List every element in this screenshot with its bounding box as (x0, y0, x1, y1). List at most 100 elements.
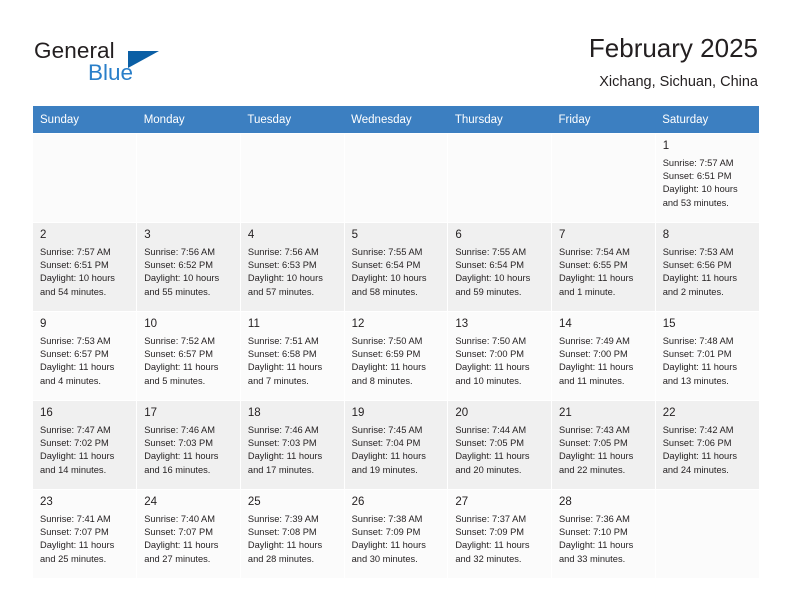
calendar-day-cell[interactable]: 11 Sunrise: 7:51 AM Sunset: 6:58 PM Dayligh… (240, 311, 345, 401)
day-details: Sunrise: 7:36 AM Sunset: 7:10 PM Daylight:… (552, 509, 655, 566)
daylight-text-line2: and 33 minutes. (559, 553, 626, 564)
day-details: Sunrise: 7:56 AM Sunset: 6:52 PM Daylight:… (137, 242, 240, 299)
day-number: 8 (662, 229, 670, 241)
daylight-text-line2: and 57 minutes. (247, 286, 315, 297)
day-number: 6 (455, 229, 462, 241)
day-details: Sunrise: 7:41 AM Sunset: 7:07 PM Daylight:… (33, 509, 136, 566)
calendar-day-cell[interactable]: 22 Sunrise: 7:42 AM Sunset: 7:06 PM Dayligh… (655, 400, 759, 490)
sunrise-text: Sunrise: 7:50 AM (455, 336, 527, 346)
calendar-day-cell[interactable]: 10 Sunrise: 7:52 AM Sunset: 6:57 PM Dayligh… (136, 311, 241, 401)
sunset-text: Sunset: 6:59 PM (351, 349, 421, 360)
daylight-text-line2: and 59 minutes. (455, 286, 522, 297)
daylight-text-line2: and 16 minutes. (144, 464, 211, 475)
daylight-text-line2: and 25 minutes. (40, 553, 107, 564)
sunset-text: Sunset: 7:01 PM (662, 349, 732, 360)
sunset-text: Sunset: 7:09 PM (455, 527, 525, 538)
calendar-day-cell[interactable]: 2 Sunrise: 7:57 AM Sunset: 6:51 PM Daylight… (33, 222, 138, 312)
day-number: 17 (144, 407, 157, 419)
day-details: Sunrise: 7:53 AM Sunset: 6:57 PM Daylight:… (33, 331, 136, 388)
daylight-text-line1: Daylight: 11 hours (247, 451, 323, 462)
calendar-day-cell[interactable]: 28 Sunrise: 7:36 AM Sunset: 7:10 PM Dayligh… (551, 489, 656, 578)
day-number: 24 (144, 496, 157, 508)
day-number: 27 (455, 496, 469, 508)
calendar-week-row: 1 Sunrise: 7:57 AM Sunset: 6:51 PM Daylight… (33, 133, 759, 223)
calendar-day-cell[interactable]: 24 Sunrise: 7:40 AM Sunset: 7:07 PM Dayligh… (136, 489, 241, 578)
day-details: Sunrise: 7:52 AM Sunset: 6:57 PM Daylight:… (137, 331, 240, 388)
daylight-text-line2: and 7 minutes. (247, 375, 309, 386)
daylight-text-line1: Daylight: 11 hours (247, 362, 323, 373)
calendar-day-cell[interactable]: 5 Sunrise: 7:55 AM Sunset: 6:54 PM Daylight… (344, 222, 449, 312)
daylight-text-line2: and 20 minutes. (455, 464, 522, 475)
daylight-text-line2: and 2 minutes. (662, 286, 724, 297)
calendar-day-cell[interactable]: 6 Sunrise: 7:55 AM Sunset: 6:54 PM Daylight… (447, 222, 553, 312)
calendar-day-cell[interactable]: 1 Sunrise: 7:57 AM Sunset: 6:51 PM Daylight… (655, 133, 759, 223)
sunset-text: Sunset: 6:55 PM (559, 260, 628, 271)
calendar-cell-empty (551, 133, 656, 223)
day-number: 7 (559, 229, 566, 241)
calendar-day-cell[interactable]: 12 Sunrise: 7:50 AM Sunset: 6:59 PM Dayligh… (344, 311, 449, 401)
day-details: Sunrise: 7:49 AM Sunset: 7:00 PM Daylight:… (552, 331, 655, 388)
sunrise-text: Sunrise: 7:40 AM (144, 514, 216, 524)
sunset-text: Sunset: 7:08 PM (247, 527, 317, 538)
daylight-text-line2: and 30 minutes. (351, 553, 418, 564)
daylight-text-line1: Daylight: 11 hours (559, 451, 634, 462)
calendar-day-cell[interactable]: 26 Sunrise: 7:38 AM Sunset: 7:09 PM Dayligh… (344, 489, 449, 578)
sunset-text: Sunset: 6:51 PM (40, 260, 109, 271)
day-details: Sunrise: 7:46 AM Sunset: 7:03 PM Daylight:… (241, 420, 344, 477)
calendar-day-cell[interactable]: 14 Sunrise: 7:49 AM Sunset: 7:00 PM Dayligh… (551, 311, 656, 401)
daylight-text-line2: and 1 minute. (559, 286, 616, 297)
calendar-day-cell[interactable]: 23 Sunrise: 7:41 AM Sunset: 7:07 PM Dayligh… (33, 489, 138, 578)
daylight-text-line1: Daylight: 11 hours (247, 540, 323, 551)
day-number: 10 (144, 318, 157, 330)
day-details: Sunrise: 7:55 AM Sunset: 6:54 PM Daylight:… (448, 242, 551, 299)
page-title: February 2025 (588, 33, 758, 63)
daylight-text-line1: Daylight: 11 hours (351, 362, 426, 373)
sunset-text: Sunset: 6:54 PM (455, 260, 525, 271)
calendar-day-cell[interactable]: 4 Sunrise: 7:56 AM Sunset: 6:53 PM Daylight… (240, 222, 345, 312)
weekday-header-wednesday: Wednesday (344, 106, 448, 134)
day-details: Sunrise: 7:40 AM Sunset: 7:07 PM Daylight:… (137, 509, 240, 566)
daylight-text-line2: and 22 minutes. (559, 464, 626, 475)
calendar-week-row: 9 Sunrise: 7:53 AM Sunset: 6:57 PM Daylight… (33, 311, 759, 401)
day-number: 13 (455, 318, 469, 330)
sunrise-text: Sunrise: 7:49 AM (559, 336, 630, 346)
calendar-day-cell[interactable]: 18 Sunrise: 7:46 AM Sunset: 7:03 PM Dayligh… (240, 400, 345, 490)
calendar-day-cell[interactable]: 3 Sunrise: 7:56 AM Sunset: 6:52 PM Daylight… (136, 222, 241, 312)
daylight-text-line1: Daylight: 10 hours (662, 184, 738, 195)
calendar-day-cell[interactable]: 15 Sunrise: 7:48 AM Sunset: 7:01 PM Dayligh… (655, 311, 759, 401)
calendar-day-cell[interactable]: 27 Sunrise: 7:37 AM Sunset: 7:09 PM Dayligh… (447, 489, 553, 578)
daylight-text-line1: Daylight: 11 hours (559, 362, 634, 373)
calendar-day-cell[interactable]: 21 Sunrise: 7:43 AM Sunset: 7:05 PM Dayligh… (551, 400, 656, 490)
calendar-cell-empty (655, 489, 759, 578)
sunrise-text: Sunrise: 7:46 AM (247, 425, 319, 435)
calendar-day-cell[interactable]: 17 Sunrise: 7:46 AM Sunset: 7:03 PM Dayligh… (136, 400, 241, 490)
calendar-day-cell[interactable]: 7 Sunrise: 7:54 AM Sunset: 6:55 PM Daylight… (551, 222, 656, 312)
sunrise-text: Sunrise: 7:45 AM (351, 425, 423, 435)
sunrise-text: Sunrise: 7:51 AM (247, 336, 319, 346)
sunrise-text: Sunrise: 7:53 AM (662, 247, 734, 257)
calendar-day-cell[interactable]: 19 Sunrise: 7:45 AM Sunset: 7:04 PM Dayligh… (344, 400, 449, 490)
day-details: Sunrise: 7:50 AM Sunset: 6:59 PM Daylight:… (345, 331, 448, 388)
calendar-day-cell[interactable]: 25 Sunrise: 7:39 AM Sunset: 7:08 PM Dayligh… (240, 489, 345, 578)
daylight-text-line2: and 55 minutes. (144, 286, 211, 297)
calendar-day-cell[interactable]: 16 Sunrise: 7:47 AM Sunset: 7:02 PM Dayligh… (33, 400, 138, 490)
general-blue-logo: General Blue (34, 38, 234, 86)
daylight-text-line1: Daylight: 11 hours (351, 451, 426, 462)
daylight-text-line1: Daylight: 11 hours (559, 540, 634, 551)
daylight-text-line1: Daylight: 10 hours (351, 273, 427, 284)
sunrise-text: Sunrise: 7:46 AM (144, 425, 216, 435)
weekday-header-thursday: Thursday (447, 106, 552, 134)
daylight-text-line1: Daylight: 11 hours (559, 273, 634, 284)
calendar-day-cell[interactable]: 20 Sunrise: 7:44 AM Sunset: 7:05 PM Dayligh… (447, 400, 553, 490)
calendar-day-cell[interactable]: 9 Sunrise: 7:53 AM Sunset: 6:57 PM Daylight… (33, 311, 138, 401)
calendar-day-cell[interactable]: 13 Sunrise: 7:50 AM Sunset: 7:00 PM Dayligh… (447, 311, 553, 401)
calendar-day-cell[interactable]: 8 Sunrise: 7:53 AM Sunset: 6:56 PM Daylight… (655, 222, 759, 312)
daylight-text-line2: and 27 minutes. (144, 553, 211, 564)
sunrise-text: Sunrise: 7:55 AM (351, 247, 423, 257)
day-number: 9 (40, 318, 47, 330)
day-number: 20 (455, 407, 469, 419)
daylight-text-line1: Daylight: 11 hours (144, 451, 219, 462)
day-number: 1 (662, 140, 670, 152)
sunset-text: Sunset: 7:07 PM (40, 527, 109, 538)
sunrise-text: Sunrise: 7:38 AM (351, 514, 423, 524)
